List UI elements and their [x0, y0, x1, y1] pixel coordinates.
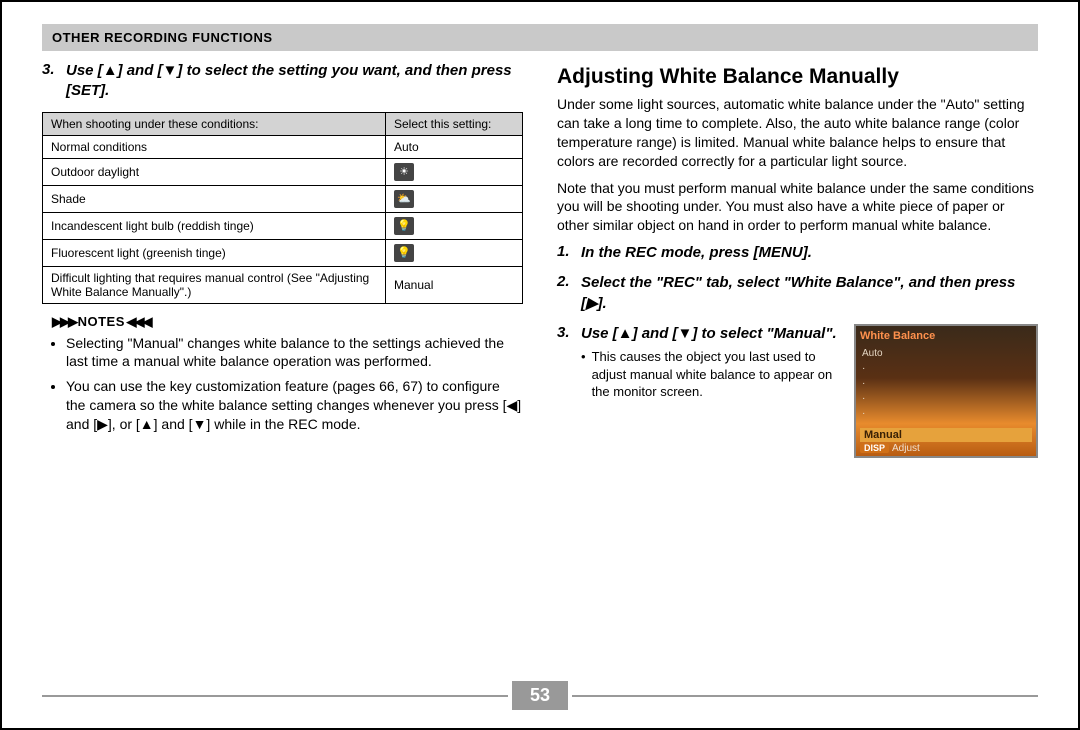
step-2: 2. Select the "REC" tab, select "White B… — [557, 273, 1038, 314]
notes-heading: ▶▶▶ NOTES ◀◀◀ — [52, 314, 523, 330]
white-balance-table: When shooting under these conditions: Se… — [42, 112, 523, 304]
page-number: 53 — [512, 681, 568, 710]
disp-button-label: DISP — [860, 443, 889, 453]
step-number: 3. — [42, 61, 60, 78]
cell-setting: 💡 — [386, 212, 523, 239]
table-row: Outdoor daylight ☀ — [43, 158, 523, 185]
bullet-icon: • — [581, 348, 586, 401]
sub-text: This causes the object you last used to … — [592, 348, 844, 401]
step-text: Use [▲] and [▼] to select the setting yo… — [66, 61, 523, 102]
table-row: Fluorescent light (greenish tinge) 💡 — [43, 239, 523, 266]
fluorescent-icon: 💡 — [394, 244, 414, 262]
table-row: Difficult lighting that requires manual … — [43, 266, 523, 303]
list-item: Selecting "Manual" changes white balance… — [66, 334, 523, 372]
table-header-row: When shooting under these conditions: Se… — [43, 112, 523, 135]
right-section-title: Adjusting White Balance Manually — [557, 65, 1038, 89]
down-arrow-icon: ▼ — [163, 61, 178, 81]
step-3-select-setting: 3. Use [▲] and [▼] to select the setting… — [42, 61, 523, 102]
text-part: ] and [ — [118, 62, 163, 79]
lcd-bottom-hint: DISPAdjust — [860, 443, 920, 454]
section-header: OTHER RECORDING FUNCTIONS — [42, 24, 1038, 51]
list-item: You can use the key customization featur… — [66, 377, 523, 434]
cell-setting: Auto — [386, 135, 523, 158]
table-row: Shade ⛅ — [43, 185, 523, 212]
cell-setting: ⛅ — [386, 185, 523, 212]
step-3-textcol: 3. Use [▲] and [▼] to select "Manual". •… — [557, 324, 844, 401]
cell-condition: Incandescent light bulb (reddish tinge) — [43, 212, 386, 239]
step-number: 1. — [557, 243, 575, 260]
text-part: Use [ — [66, 62, 103, 79]
cell-condition: Difficult lighting that requires manual … — [43, 266, 386, 303]
notes-arrows-left-icon: ▶▶▶ — [52, 314, 78, 329]
cell-setting: Manual — [386, 266, 523, 303]
content-columns: 3. Use [▲] and [▼] to select the setting… — [42, 61, 1038, 458]
step-number: 2. — [557, 273, 575, 290]
footer-line-left — [42, 695, 508, 697]
left-column: 3. Use [▲] and [▼] to select the setting… — [42, 61, 523, 458]
manual-page: OTHER RECORDING FUNCTIONS 3. Use [▲] and… — [0, 0, 1080, 730]
header-conditions: When shooting under these conditions: — [43, 112, 386, 135]
step-text: In the REC mode, press [MENU]. — [581, 243, 1038, 263]
lcd-title: White Balance — [860, 330, 1032, 342]
up-arrow-icon: ▲ — [103, 61, 118, 81]
cell-condition: Normal conditions — [43, 135, 386, 158]
header-setting: Select this setting: — [386, 112, 523, 135]
footer-line-right — [572, 695, 1038, 697]
notes-list: Selecting "Manual" changes white balance… — [66, 334, 523, 434]
paragraph: Note that you must perform manual white … — [557, 179, 1038, 236]
paragraph: Under some light sources, automatic whit… — [557, 95, 1038, 171]
right-column: Adjusting White Balance Manually Under s… — [557, 61, 1038, 458]
step-3-sub: • This causes the object you last used t… — [581, 348, 844, 401]
shade-icon: ⛅ — [394, 190, 414, 208]
cell-condition: Shade — [43, 185, 386, 212]
notes-label: NOTES — [78, 314, 125, 329]
lcd-option: · — [862, 391, 883, 406]
lcd-option: · — [862, 361, 883, 376]
cell-condition: Outdoor daylight — [43, 158, 386, 185]
cell-setting: 💡 — [386, 239, 523, 266]
cell-setting: ☀ — [386, 158, 523, 185]
lcd-option: Auto — [862, 346, 883, 361]
step-text: Select the "REC" tab, select "White Bala… — [581, 273, 1038, 314]
step-3: 3. Use [▲] and [▼] to select "Manual". — [557, 324, 844, 344]
cell-condition: Fluorescent light (greenish tinge) — [43, 239, 386, 266]
step-number: 3. — [557, 324, 575, 341]
lcd-option-selected: Manual — [860, 428, 1032, 442]
bulb-icon: 💡 — [394, 217, 414, 235]
step-text: Use [▲] and [▼] to select "Manual". — [581, 324, 844, 344]
lcd-screenshot: White Balance Auto · · · · Manual DISPAd… — [854, 324, 1038, 458]
page-footer: 53 — [42, 681, 1038, 710]
step-3-row: 3. Use [▲] and [▼] to select "Manual". •… — [557, 324, 1038, 458]
lcd-option: · — [862, 406, 883, 421]
step-1: 1. In the REC mode, press [MENU]. — [557, 243, 1038, 263]
lcd-option: · — [862, 376, 883, 391]
lcd-option-list: Auto · · · · — [862, 346, 883, 421]
notes-arrows-right-icon: ◀◀◀ — [125, 314, 151, 329]
lcd-bottom-text: Adjust — [892, 443, 920, 454]
sun-icon: ☀ — [394, 163, 414, 181]
table-row: Normal conditions Auto — [43, 135, 523, 158]
table-row: Incandescent light bulb (reddish tinge) … — [43, 212, 523, 239]
